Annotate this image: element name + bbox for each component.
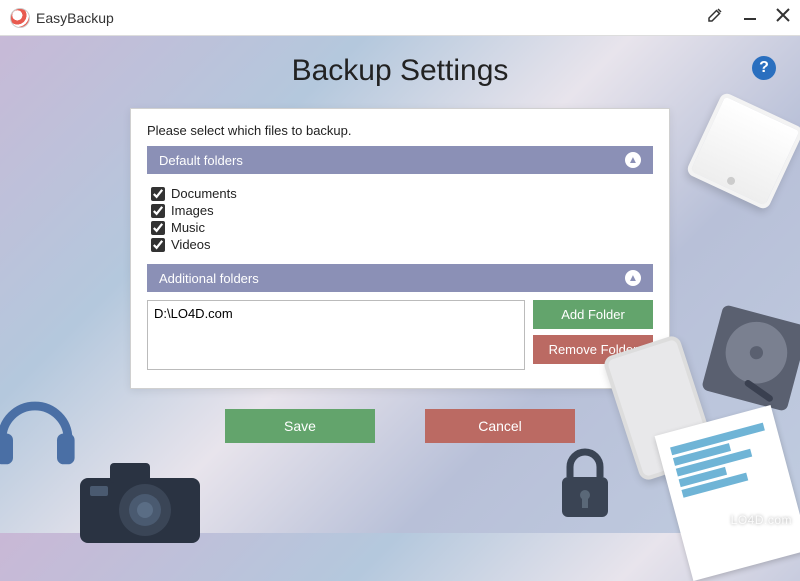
list-item[interactable]: D:\LO4D.com (154, 305, 518, 322)
checkbox-label: Images (171, 203, 214, 218)
checkbox-input[interactable] (151, 221, 165, 235)
save-button[interactable]: Save (225, 409, 375, 443)
title-bar: EasyBackup (0, 0, 800, 36)
settings-panel: Please select which files to backup. Def… (130, 108, 670, 389)
app-logo-icon (10, 8, 30, 28)
checkbox-videos[interactable]: Videos (151, 237, 649, 252)
hard-drive-illustration-icon (688, 291, 800, 426)
checkbox-music[interactable]: Music (151, 220, 649, 235)
add-folder-button[interactable]: Add Folder (533, 300, 653, 329)
additional-folders-label: Additional folders (159, 271, 259, 286)
checkbox-label: Videos (171, 237, 211, 252)
checkbox-images[interactable]: Images (151, 203, 649, 218)
padlock-illustration-icon (550, 443, 620, 523)
content-area: ? Backup Settings Please select which fi… (0, 36, 800, 533)
additional-folders-area: D:\LO4D.com Add Folder Remove Folder (147, 300, 653, 370)
page-title: Backup Settings (0, 54, 800, 88)
additional-folders-header[interactable]: Additional folders ▲ (147, 264, 653, 292)
checkbox-documents[interactable]: Documents (151, 186, 649, 201)
default-folders-label: Default folders (159, 153, 243, 168)
window-controls (706, 6, 790, 29)
help-icon[interactable]: ? (752, 56, 776, 80)
watermark-text: LO4D.com (731, 513, 792, 527)
default-folders-header[interactable]: Default folders ▲ (147, 146, 653, 174)
default-folders-list: Documents Images Music Videos (147, 182, 653, 264)
camera-illustration-icon (70, 443, 210, 553)
app-title: EasyBackup (36, 10, 114, 26)
instruction-text: Please select which files to backup. (147, 123, 653, 138)
folder-buttons: Add Folder Remove Folder (533, 300, 653, 370)
close-icon[interactable] (776, 8, 790, 27)
cancel-button[interactable]: Cancel (425, 409, 575, 443)
checkbox-label: Music (171, 220, 205, 235)
chevron-up-icon: ▲ (625, 152, 641, 168)
settings-wrench-icon[interactable] (706, 6, 724, 29)
minimize-icon[interactable] (742, 7, 758, 28)
checkbox-input[interactable] (151, 238, 165, 252)
dialog-buttons: Save Cancel (0, 409, 800, 443)
checkbox-input[interactable] (151, 204, 165, 218)
tablet-illustration-icon (685, 91, 800, 211)
additional-folders-listbox[interactable]: D:\LO4D.com (147, 300, 525, 370)
checkbox-input[interactable] (151, 187, 165, 201)
checkbox-label: Documents (171, 186, 237, 201)
chevron-up-icon: ▲ (625, 270, 641, 286)
remove-folder-button[interactable]: Remove Folder (533, 335, 653, 364)
